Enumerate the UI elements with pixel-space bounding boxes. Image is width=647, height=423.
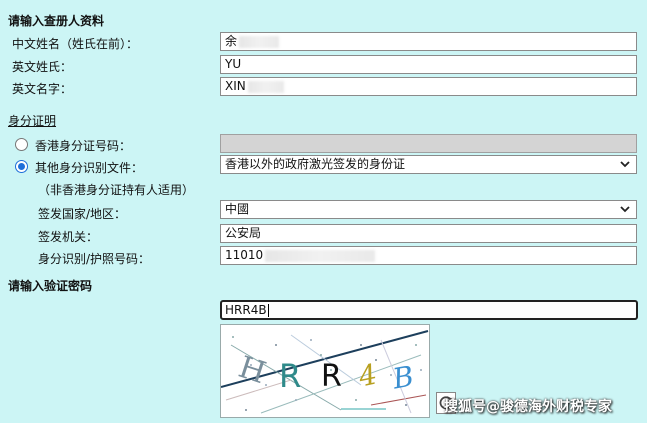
hkid-radio[interactable]	[15, 138, 28, 151]
english-given-name-label: 英文名字：	[12, 82, 73, 96]
captcha-char: R	[321, 359, 342, 394]
document-number-label: 身分识别/护照号码：	[38, 252, 151, 266]
chevron-down-icon	[620, 206, 630, 213]
issuing-country-select[interactable]: 中國	[220, 200, 637, 219]
identity-section-title: 身分证明	[8, 114, 57, 128]
captcha-input[interactable]: HRR4B	[220, 300, 638, 320]
captcha-input-value: HRR4B	[225, 303, 267, 317]
english-surname-value: YU	[225, 57, 242, 71]
other-id-radio[interactable]	[15, 160, 28, 173]
document-type-value: 香港以外的政府激光签发的身份证	[225, 157, 406, 171]
issuing-country-value: 中國	[225, 202, 250, 216]
issuing-authority-label: 签发机关：	[38, 230, 99, 244]
chinese-name-value: 余	[225, 34, 238, 48]
english-given-name-input[interactable]: XIN	[220, 77, 637, 96]
chevron-down-icon	[620, 161, 630, 168]
english-surname-label: 英文姓氏：	[12, 60, 73, 74]
other-id-label: 其他身分识别文件：	[35, 161, 144, 175]
chinese-name-label: 中文姓名（姓氏在前）：	[12, 37, 139, 51]
captcha-image: H R R 4 B	[220, 324, 430, 418]
document-number-input[interactable]: 11010	[220, 246, 637, 265]
watermark-text: 搜狐号@骏德海外财税专家	[444, 399, 612, 415]
issuing-country-label: 签发国家/地区：	[38, 207, 127, 221]
non-hkid-note: （非香港身分证持有人适用）	[38, 183, 195, 197]
registrant-section-title: 请输入查册人资料	[8, 14, 105, 28]
english-given-name-value: XIN	[225, 79, 246, 93]
chinese-name-input[interactable]: 余	[220, 32, 637, 51]
document-number-value: 11010	[225, 248, 264, 262]
document-type-select[interactable]: 香港以外的政府激光签发的身份证	[220, 155, 637, 174]
issuing-authority-input[interactable]: 公安局	[220, 224, 637, 243]
redaction-blur	[265, 249, 376, 262]
captcha-section-title: 请输入验证密码	[8, 279, 93, 293]
hkid-input[interactable]	[220, 134, 637, 153]
redaction-blur	[247, 80, 284, 93]
hkid-label: 香港身分证号码：	[35, 139, 132, 153]
english-surname-input[interactable]: YU	[220, 55, 637, 74]
text-caret	[267, 304, 269, 317]
redaction-blur	[239, 35, 280, 48]
issuing-authority-value: 公安局	[225, 226, 262, 240]
captcha-char: R	[279, 357, 302, 395]
